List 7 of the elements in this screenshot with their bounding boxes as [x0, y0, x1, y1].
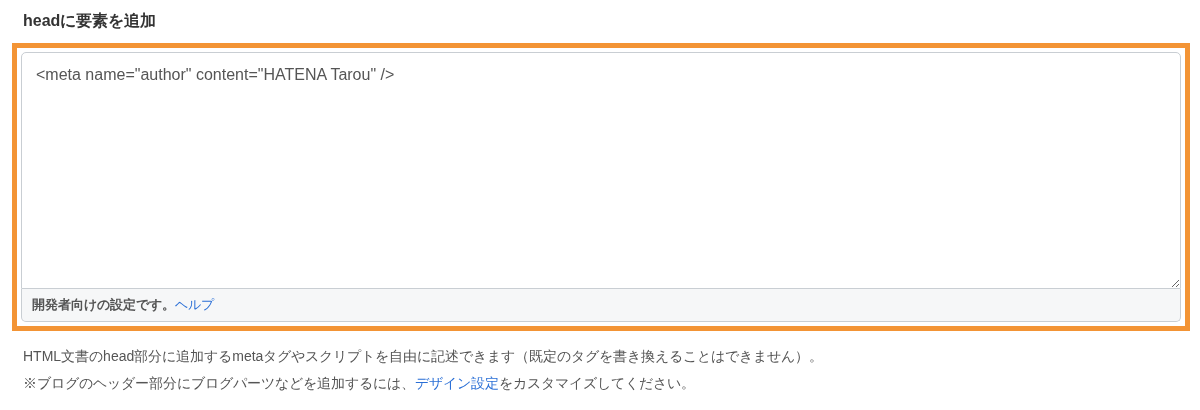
description-text: HTML文書のhead部分に追加するmetaタグやスクリプトを自由に記述できます（既定のタグを書き換えることはできません）。 — [23, 347, 824, 366]
design-settings-link[interactable]: デザイン設定 — [415, 375, 499, 391]
help-link[interactable]: ヘルプ — [175, 295, 214, 315]
note-text: ※ブログのヘッダー部分にブログパーツなどを追加するには、デザイン設定をカスタマイズしてください。 — [23, 374, 695, 393]
section-heading: headに要素を追加 — [23, 11, 157, 31]
footer-note: 開発者向けの設定です。 — [32, 296, 175, 315]
code-field[interactable]: <meta name="author" content="HATENA Tarou" /> — [21, 52, 1181, 289]
